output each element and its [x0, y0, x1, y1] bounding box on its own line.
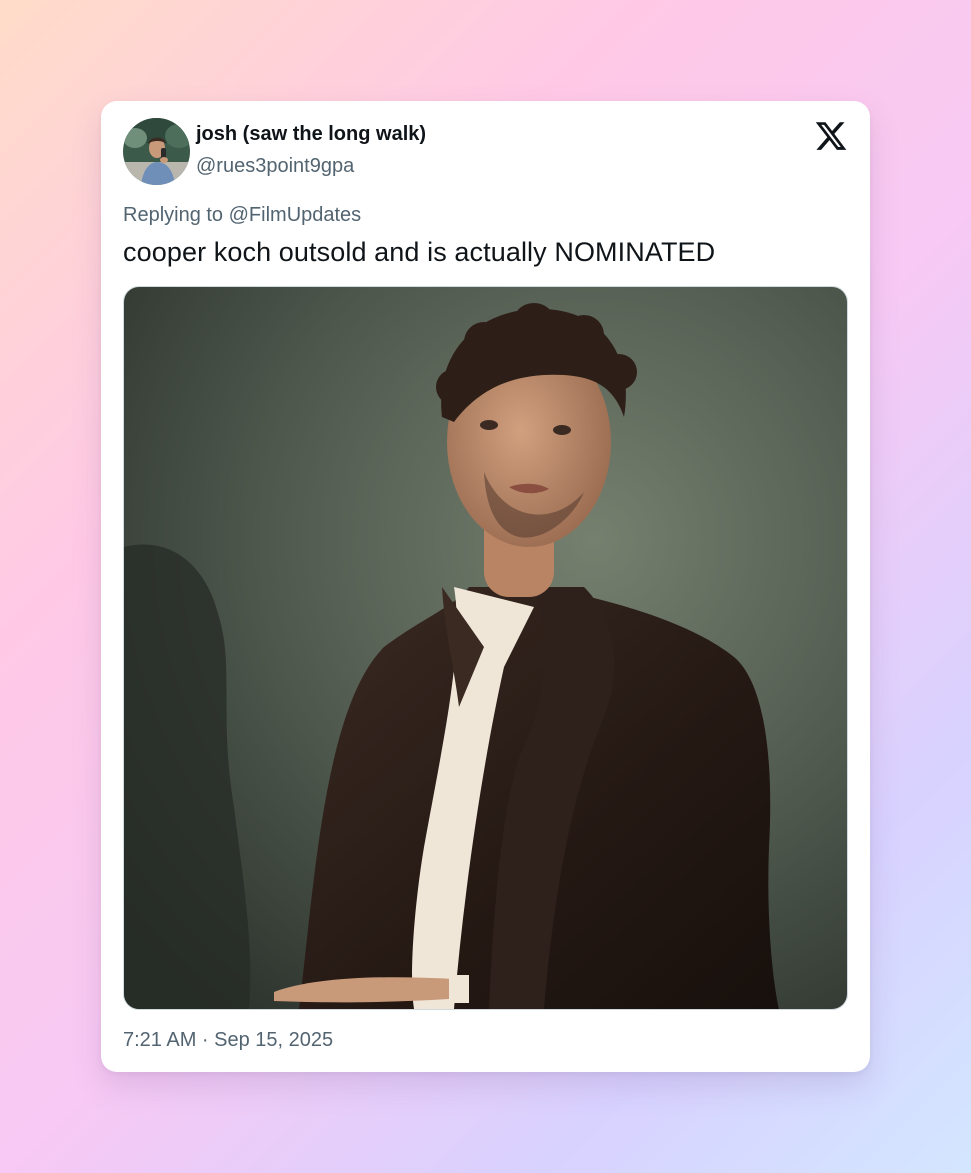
tweet-text: cooper koch outsold and is actually NOMI… — [123, 237, 716, 267]
x-logo-glyph — [815, 122, 847, 150]
x-logo-icon[interactable] — [814, 119, 848, 153]
reply-handle-link[interactable]: @FilmUpdates — [229, 204, 362, 226]
page-background: josh (saw the long walk) @rues3point9gpa… — [0, 0, 971, 1173]
author-handle[interactable]: @rues3point9gpa — [196, 155, 354, 178]
reply-context: Replying to @FilmUpdates — [123, 204, 361, 227]
media-portrait-image — [124, 287, 847, 1009]
avatar-image — [123, 118, 190, 185]
tweet-media-photo[interactable] — [123, 286, 848, 1010]
avatar[interactable] — [123, 118, 190, 185]
tweet-card: josh (saw the long walk) @rues3point9gpa… — [101, 101, 870, 1072]
author-display-name[interactable]: josh (saw the long walk) — [196, 123, 426, 146]
tweet-timestamp[interactable]: 7:21 AM · Sep 15, 2025 — [123, 1029, 333, 1052]
reply-prefix: Replying to — [123, 204, 229, 226]
